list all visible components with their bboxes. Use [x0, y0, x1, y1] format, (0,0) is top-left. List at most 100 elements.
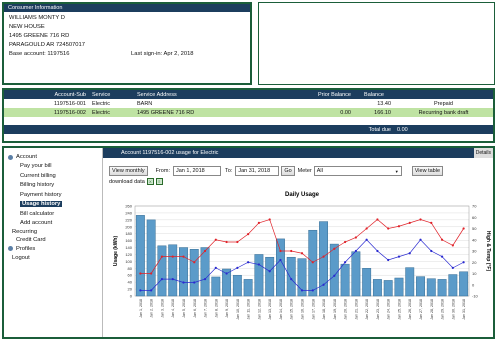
high-temp-point [451, 244, 454, 247]
high-temp-point [343, 240, 347, 244]
low-temp-point [408, 252, 411, 255]
usage-bar [329, 243, 339, 297]
low-temp-point [247, 261, 250, 264]
download-label: download data [109, 178, 145, 185]
consumer-info-header: Consumer Information [4, 4, 250, 12]
sidebar-item-current-billing[interactable]: Current billing [8, 172, 102, 182]
payment-status: Recurring bank draft [394, 108, 493, 117]
excel-icon[interactable]: X [146, 178, 154, 185]
low-temp-point [387, 258, 390, 262]
service-address: BARN [137, 100, 153, 107]
sidebar-item-payment-history[interactable]: Payment history [8, 191, 102, 201]
high-temp-point [462, 227, 465, 230]
low-temp-point [419, 238, 422, 241]
sidebar-item-usage-history[interactable]: Usage history [8, 200, 102, 210]
y2-tick-label: 40 [472, 237, 477, 242]
low-temp-point [160, 278, 164, 281]
usage-bar [340, 263, 350, 297]
usage-bar [426, 278, 436, 297]
y2-tick-label: 10 [472, 271, 477, 276]
consumer-info-panel: Consumer Information WILLIAMS MONTY D NE… [2, 2, 252, 85]
y-tick-label: 140 [125, 245, 132, 250]
y-tick-label: 60 [128, 273, 133, 278]
go-button[interactable]: Go [281, 166, 295, 176]
service-address: 1495 GREENE 716 RD [134, 108, 264, 117]
csv-icon[interactable]: ≡ [155, 178, 163, 185]
y-tick-label: 200 [125, 224, 132, 229]
to-date-input[interactable]: Jan 31, 2018 [235, 166, 280, 176]
view-table-button[interactable]: View table [411, 166, 444, 176]
y-tick-label: 120 [125, 252, 132, 257]
high-temp-point [160, 255, 164, 258]
nav-section-profiles[interactable]: Profiles [8, 244, 102, 254]
x-tick-label: Jan 27, 2018 [419, 299, 423, 320]
high-temp-point [365, 227, 368, 230]
sidebar-item-billing-history[interactable]: Billing history [8, 181, 102, 191]
x-tick-label: Jan 11, 2018 [247, 299, 251, 320]
x-tick-label: Jan 17, 2018 [311, 299, 315, 320]
high-temp-point [290, 249, 293, 253]
account-sub[interactable]: 1197516-001 [4, 99, 89, 108]
low-temp-point [365, 238, 368, 241]
usage-bar [383, 280, 393, 297]
sidebar-item-recurring[interactable]: Recurring [8, 229, 102, 236]
y2-tick-label: -10 [472, 294, 479, 299]
y-tick-label: 180 [125, 231, 132, 236]
x-tick-label: Jan 24, 2018 [387, 299, 391, 320]
y-tick-label: 80 [128, 266, 133, 271]
total-due-label: Total due [354, 125, 394, 134]
sidebar-item-credit-card[interactable]: Credit Card [8, 236, 102, 244]
usage-bar [168, 244, 178, 297]
chart-title: Daily Usage [285, 192, 320, 198]
usage-bar [146, 219, 156, 297]
from-date-input[interactable]: Jan 1, 2018 [172, 166, 221, 176]
view-monthly-button[interactable]: View monthly [109, 166, 148, 176]
x-tick-label: Jan 31, 2018 [462, 299, 466, 320]
usage-bar [265, 256, 275, 297]
high-temp-point [247, 233, 250, 236]
x-tick-label: Jan 30, 2018 [451, 299, 455, 320]
low-temp-point [279, 258, 282, 262]
high-temp-point [257, 221, 261, 224]
x-tick-label: Jan 19, 2018 [333, 299, 337, 320]
x-tick-label: Jan 23, 2018 [376, 299, 380, 320]
table-row-selected[interactable]: 1197516-002 Electric 1495 GREENE 716 RD … [4, 108, 493, 117]
col-account-sub: Account-Sub [4, 90, 89, 99]
table-row[interactable]: 1197516-001 Electric BARN 13.40 Prepaid [4, 99, 493, 108]
usage-chart-svg: Daily Usage02040608010012014016018020022… [113, 192, 491, 320]
usage-bar [179, 247, 188, 297]
sidebar-item-bill-calculator[interactable]: Bill calculator [8, 210, 102, 220]
logout-link[interactable]: Logout [8, 254, 102, 264]
x-tick-label: Jan 25, 2018 [397, 299, 401, 320]
y2-axis-label: High & Temp (°F) [485, 231, 491, 272]
x-tick-label: Jan 7, 2018 [204, 299, 208, 318]
info-panel-empty [258, 2, 495, 85]
high-temp-point [440, 238, 444, 241]
account-sub[interactable]: 1197516-002 [4, 108, 89, 117]
usage-bar [243, 279, 253, 297]
nav-section-account[interactable]: Account [8, 152, 102, 162]
usage-bar [405, 267, 415, 297]
y2-tick-label: 20 [472, 260, 477, 265]
usage-bar [448, 274, 458, 297]
high-temp-point [354, 236, 357, 239]
sidebar-item-add-account[interactable]: Add account [8, 219, 102, 229]
usage-controls: View monthly From: Jan 1, 2018 To: Jan 3… [109, 165, 493, 177]
col-status [394, 90, 493, 99]
usage-bar [459, 271, 469, 297]
usage-bar [254, 254, 264, 297]
details-button[interactable]: Details [473, 148, 493, 158]
low-temp-point [236, 266, 239, 269]
usage-bar [200, 247, 210, 297]
low-temp-point [300, 289, 304, 292]
sidebar-item-pay-bill[interactable]: Pay your bill [8, 162, 102, 172]
consumer-address-line2: NEW HOUSE [9, 24, 45, 30]
usage-chart: Daily Usage 0 20 40 60 80 100 120 140 160 180 200 22… [107, 186, 495, 336]
y2-tick-label: 50 [472, 226, 477, 231]
usage-content: Account 1197516-002 usage for Electric D… [102, 148, 493, 337]
y2-tick-label: 30 [472, 249, 477, 254]
low-temp-point [182, 281, 185, 284]
usage-bar [157, 245, 167, 297]
base-account: Base account: 1197516 [9, 51, 70, 57]
meter-select[interactable]: All ▼ [313, 166, 402, 176]
